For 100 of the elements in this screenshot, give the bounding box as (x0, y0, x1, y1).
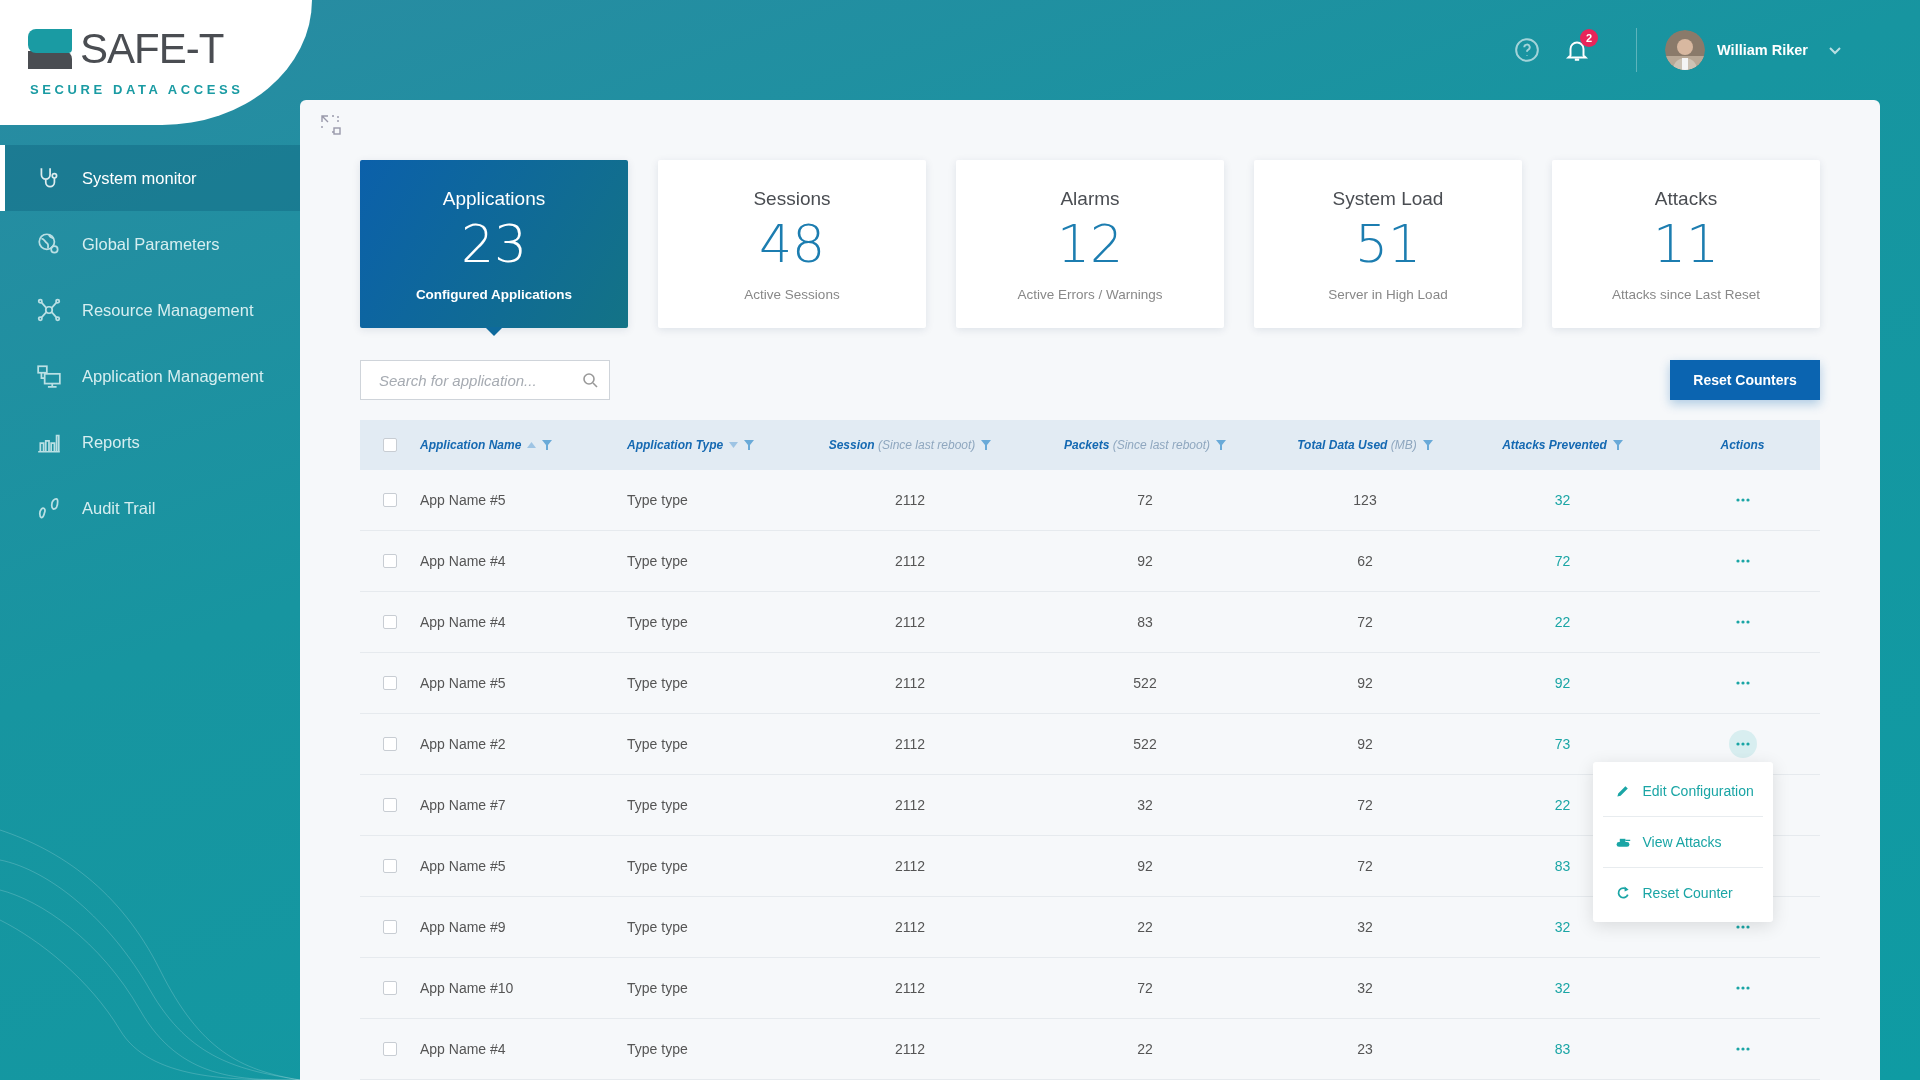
card-value: 12 (1056, 216, 1124, 274)
logo-tagline: SECURE DATA ACCESS (29, 82, 245, 97)
table-cell: Type type (627, 1041, 688, 1057)
filter-icon[interactable] (1422, 440, 1433, 450)
card-caption: Active Errors / Warnings (1017, 287, 1163, 303)
reset-counters-button[interactable]: Reset Counters (1670, 360, 1820, 400)
sidebar-item[interactable]: Reports (0, 409, 300, 475)
table-cell: 2112 (894, 1041, 926, 1057)
card-value: 51 (1354, 216, 1422, 274)
search-icon[interactable] (582, 372, 598, 388)
table-cell: 23 (1357, 1041, 1373, 1057)
card-pointer (485, 327, 503, 336)
sidebar-item[interactable]: System monitor (0, 145, 300, 211)
stat-card[interactable]: Sessions 48 Active Sessions (658, 160, 926, 328)
sort-down-icon[interactable] (729, 442, 739, 448)
column-header[interactable]: Packets (Since last reboot) (1063, 438, 1211, 452)
more-button[interactable] (1728, 730, 1757, 758)
table-cell: 72 (1137, 492, 1153, 508)
sidebar-item[interactable]: Global Parameters (0, 211, 300, 277)
stat-card[interactable]: Attacks 11 Attacks since Last Reset (1552, 160, 1820, 328)
column-header[interactable]: Session (Since last reboot) (828, 438, 976, 452)
filter-icon[interactable] (981, 440, 992, 450)
more-icon (1735, 1047, 1750, 1051)
checkbox[interactable] (383, 1042, 397, 1056)
table-cell: Type type (627, 675, 688, 691)
column-header[interactable]: Attacks Prevented (1502, 438, 1607, 452)
table-cell: 2112 (894, 736, 926, 752)
search-field[interactable]: Search for application... (360, 360, 610, 400)
expand-icon[interactable] (320, 114, 342, 136)
sidebar-item[interactable]: Audit Trail (0, 475, 300, 541)
card-caption: Server in High Load (1328, 287, 1448, 303)
sort-up-icon[interactable] (527, 442, 537, 448)
table-cell: 123 (1353, 492, 1377, 508)
filter-icon[interactable] (542, 440, 553, 450)
sidebar-item[interactable]: Resource Management (0, 277, 300, 343)
logo-mark-icon (28, 29, 72, 69)
menu-item[interactable]: Edit Configuration (1602, 766, 1763, 817)
stat-card[interactable]: System Load 51 Server in High Load (1254, 160, 1522, 328)
checkbox[interactable] (383, 438, 397, 452)
pencil-icon (1614, 783, 1631, 799)
table-cell: 92 (1357, 736, 1373, 752)
table-cell: 2112 (894, 980, 926, 996)
column-header[interactable]: Total Data Used (MB) (1297, 438, 1417, 452)
card-title: Attacks (1654, 188, 1718, 210)
user-name[interactable]: William Riker (1717, 42, 1808, 58)
filter-icon[interactable] (1612, 440, 1623, 450)
table-cell: 32 (1357, 980, 1373, 996)
checkbox[interactable] (383, 493, 397, 507)
table-cell: App Name #4 (420, 614, 506, 630)
checkbox[interactable] (383, 676, 397, 690)
column-header[interactable]: Actions (1720, 438, 1765, 452)
card-caption: Attacks since Last Reset (1612, 287, 1760, 303)
checkbox[interactable] (383, 981, 397, 995)
monitors-icon (36, 363, 62, 389)
card-caption: Configured Applications (415, 287, 573, 303)
filter-icon[interactable] (744, 440, 755, 450)
table-cell: 2112 (894, 858, 926, 874)
table-cell: 92 (1137, 858, 1153, 874)
stat-card[interactable]: Alarms 12 Active Errors / Warnings (956, 160, 1224, 328)
table-cell: 2112 (894, 614, 926, 630)
table-cell: Type type (627, 492, 688, 508)
checkbox[interactable] (383, 554, 397, 568)
table-cell: 32 (1554, 919, 1571, 935)
table-cell: Type type (627, 858, 688, 874)
table-cell: 92 (1357, 675, 1373, 691)
table-cell: 2112 (894, 797, 926, 813)
table-cell: App Name #2 (420, 736, 506, 752)
table-cell: App Name #4 (420, 1041, 506, 1057)
footprints-icon (36, 495, 62, 521)
table-cell: 73 (1554, 736, 1571, 752)
menu-item[interactable]: Reset Counter (1602, 868, 1763, 918)
menu-item[interactable]: View Attacks (1602, 817, 1763, 868)
help-icon[interactable] (1514, 37, 1541, 63)
filter-icon[interactable] (1216, 440, 1227, 450)
card-value: 48 (758, 216, 826, 274)
network-icon (36, 297, 62, 323)
table-cell: 92 (1554, 675, 1571, 691)
more-icon (1735, 986, 1750, 990)
table-cell: 83 (1137, 614, 1153, 630)
table-cell: 72 (1357, 797, 1373, 813)
table-cell: 32 (1137, 797, 1153, 813)
checkbox[interactable] (383, 798, 397, 812)
checkbox[interactable] (383, 615, 397, 629)
table-cell: App Name #5 (420, 858, 506, 874)
sidebar-item[interactable]: Application Management (0, 343, 300, 409)
checkbox[interactable] (383, 737, 397, 751)
checkbox[interactable] (383, 920, 397, 934)
table-cell: Type type (627, 980, 688, 996)
card-value: 11 (1652, 216, 1720, 274)
column-header[interactable]: Application Name (420, 438, 522, 452)
table-cell: 83 (1554, 858, 1571, 874)
table-cell: Type type (627, 736, 688, 752)
checkbox[interactable] (383, 859, 397, 873)
table-cell: 522 (1133, 675, 1157, 691)
column-header[interactable]: Application Type (627, 438, 724, 452)
more-icon (1735, 681, 1750, 685)
more-icon (1735, 620, 1750, 624)
card-title: Alarms (1060, 188, 1120, 210)
table-cell: 22 (1554, 797, 1571, 813)
table-cell: 2112 (894, 919, 926, 935)
